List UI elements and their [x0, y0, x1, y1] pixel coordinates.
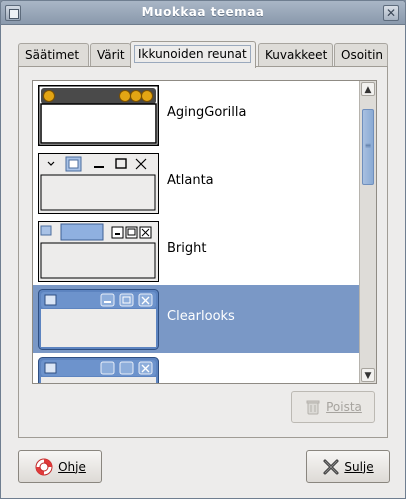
- delete-button-label: Poista: [326, 400, 362, 414]
- theme-preview: [38, 153, 159, 214]
- delete-button[interactable]: Poista: [291, 391, 375, 423]
- tab-varit[interactable]: Värit: [90, 43, 131, 67]
- theme-list-scrollbar[interactable]: ▲ ≡ ▼: [359, 81, 376, 383]
- list-item[interactable]: Clearlooks: [33, 285, 359, 353]
- scroll-up-icon[interactable]: ▲: [361, 82, 375, 96]
- list-item[interactable]: Atlanta: [33, 149, 359, 217]
- help-button-label: Ohje: [58, 459, 86, 474]
- close-button-label: Sulje: [344, 459, 374, 474]
- tab-osoitin[interactable]: Osoitin: [334, 43, 388, 67]
- scrollbar-thumb[interactable]: ≡: [362, 109, 374, 185]
- titlebar[interactable]: Muokkaa teemaa ✕: [1, 1, 405, 25]
- tab-kuvakkeet[interactable]: Kuvakkeet: [258, 43, 333, 67]
- close-button[interactable]: Sulje: [306, 450, 390, 483]
- theme-name: Bright: [167, 241, 207, 256]
- window-title: Muokkaa teemaa: [141, 5, 265, 19]
- theme-name: Clearlooks: [167, 309, 235, 324]
- theme-preview: [38, 85, 159, 146]
- close-x-icon: [323, 459, 339, 474]
- tab-ikkunoiden-reunat[interactable]: Ikkunoiden reunat: [130, 41, 256, 68]
- tab-saatimet[interactable]: Säätimet: [18, 43, 89, 67]
- trash-icon: [306, 400, 320, 415]
- list-item[interactable]: AgingGorilla: [33, 81, 359, 149]
- theme-preview: [38, 357, 159, 383]
- list-item[interactable]: Bright: [33, 217, 359, 285]
- window-close-icon[interactable]: ✕: [383, 5, 399, 21]
- theme-preview: [38, 221, 159, 282]
- help-button[interactable]: Ohje: [18, 450, 102, 483]
- scroll-down-icon[interactable]: ▼: [361, 368, 375, 382]
- list-item[interactable]: [33, 353, 359, 383]
- lifebuoy-icon: [35, 458, 53, 475]
- theme-name: AgingGorilla: [167, 105, 247, 120]
- theme-editor-window: Muokkaa teemaa ✕ Säätimet Värit Ikkunoid…: [0, 0, 406, 499]
- theme-list[interactable]: AgingGorilla Atlanta Bright Clearlooks ▲…: [32, 80, 377, 384]
- theme-name: Atlanta: [167, 173, 214, 188]
- theme-preview: [38, 289, 159, 350]
